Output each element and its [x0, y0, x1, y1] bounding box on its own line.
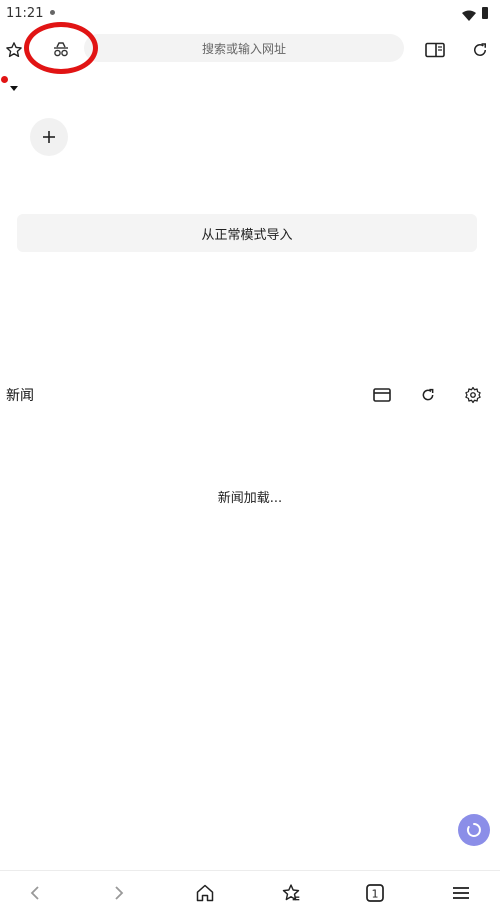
status-bar: 11:21 [0, 0, 500, 28]
news-title: 新闻 [6, 388, 34, 404]
bookmarks-icon[interactable] [278, 881, 304, 905]
floating-assistant-button[interactable] [458, 814, 490, 846]
menu-icon[interactable] [448, 881, 474, 905]
star-outline-icon[interactable] [2, 38, 26, 62]
search-input[interactable]: 搜索或输入网址 [84, 34, 404, 62]
news-header: 新闻 [0, 380, 500, 410]
battery-icon [482, 7, 488, 19]
search-placeholder: 搜索或输入网址 [201, 41, 286, 56]
news-loading-text: 新闻加载... [217, 491, 283, 506]
back-icon[interactable] [22, 881, 48, 905]
caret-down-icon[interactable] [10, 86, 18, 91]
spinner-icon [467, 823, 481, 837]
home-icon[interactable] [192, 881, 218, 905]
notification-dot-icon [50, 10, 55, 15]
settings-icon[interactable] [460, 383, 486, 407]
status-indicator-dot [1, 76, 8, 83]
add-shortcut-button[interactable] [30, 118, 68, 156]
plus-icon [43, 131, 55, 143]
browser-toolbar: 搜索或输入网址 [0, 28, 500, 68]
card-view-icon[interactable] [370, 384, 394, 406]
tabs-icon[interactable]: 1 [362, 881, 388, 905]
bottom-navigation-bar: 1 [0, 870, 500, 914]
reader-mode-icon[interactable] [422, 38, 448, 62]
reload-icon[interactable] [468, 38, 492, 62]
import-from-normal-mode-button[interactable]: 从正常模式导入 [17, 214, 477, 252]
wifi-icon [462, 7, 476, 26]
forward-icon[interactable] [106, 881, 132, 905]
incognito-icon[interactable] [46, 36, 76, 64]
status-time: 11:21 [6, 6, 44, 21]
tab-count: 1 [372, 888, 379, 901]
refresh-icon[interactable] [416, 384, 440, 406]
